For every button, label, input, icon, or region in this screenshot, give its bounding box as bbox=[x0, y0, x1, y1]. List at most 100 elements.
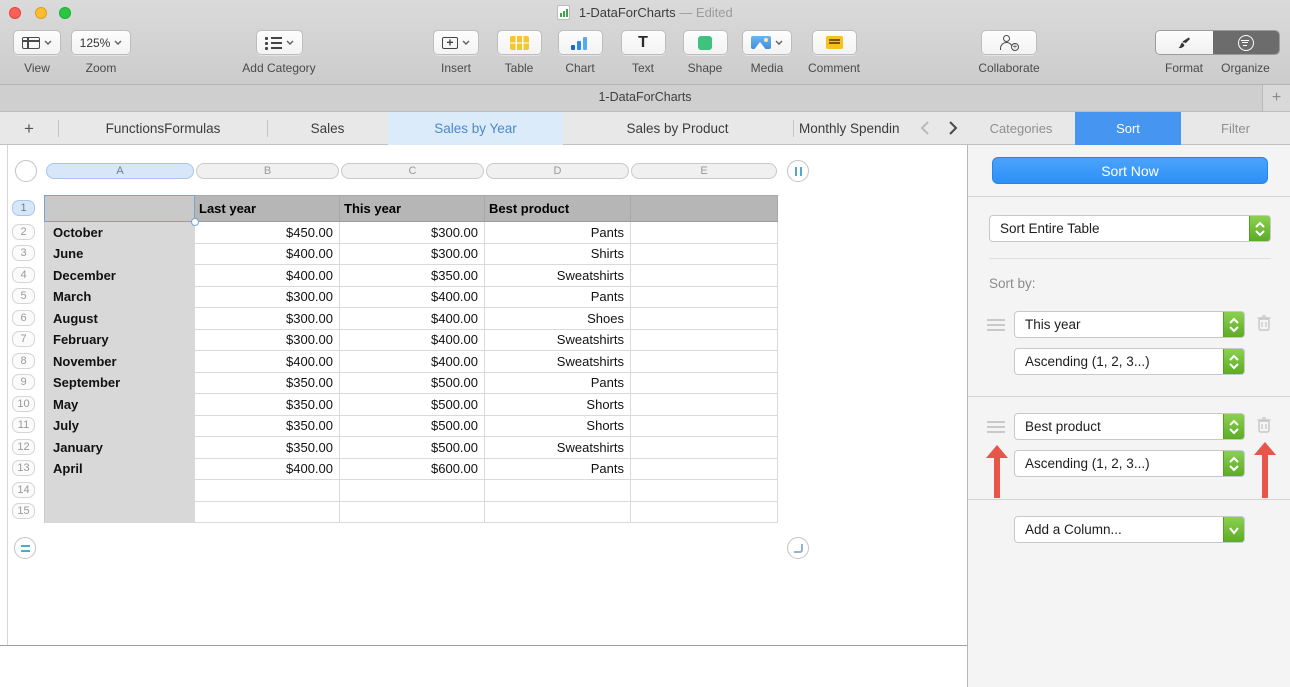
table-button[interactable] bbox=[496, 30, 542, 55]
trash-icon[interactable] bbox=[1256, 416, 1272, 434]
organize-button[interactable] bbox=[1212, 31, 1279, 54]
table-cell[interactable]: March bbox=[45, 286, 195, 308]
table-cell[interactable] bbox=[45, 480, 195, 502]
add-panel-button[interactable]: + bbox=[1262, 85, 1290, 111]
add-sheet-button[interactable]: + bbox=[16, 112, 42, 145]
table-cell[interactable] bbox=[631, 372, 778, 394]
row-header-7[interactable]: 7 bbox=[12, 331, 35, 348]
table-cell[interactable]: Sweatshirts bbox=[485, 329, 631, 351]
table-cell[interactable] bbox=[631, 222, 778, 244]
sheet-tab-monthly-spending[interactable]: Monthly Spendin bbox=[795, 112, 912, 145]
sheet-tab-functionsformulas[interactable]: FunctionsFormulas bbox=[60, 112, 266, 145]
table-cell[interactable] bbox=[631, 394, 778, 416]
table-cell[interactable] bbox=[631, 329, 778, 351]
table-cell[interactable]: $400.00 bbox=[340, 351, 485, 373]
table-cell[interactable] bbox=[631, 196, 778, 222]
sort-scope-dropdown[interactable]: Sort Entire Table bbox=[989, 215, 1271, 242]
drag-handle-icon[interactable] bbox=[987, 319, 1005, 331]
table-cell[interactable]: $300.00 bbox=[340, 243, 485, 265]
table-cell[interactable]: $500.00 bbox=[340, 437, 485, 459]
table-cell[interactable] bbox=[195, 480, 340, 502]
table-cell[interactable]: $400.00 bbox=[195, 458, 340, 480]
row-header-6[interactable]: 6 bbox=[12, 309, 35, 326]
table-cell[interactable]: $350.00 bbox=[195, 394, 340, 416]
table-cell[interactable]: $450.00 bbox=[195, 222, 340, 244]
media-button[interactable] bbox=[742, 30, 792, 55]
table-cell[interactable]: $350.00 bbox=[195, 437, 340, 459]
row-header-1[interactable]: 1 bbox=[12, 200, 35, 216]
table-cell[interactable]: Sweatshirts bbox=[485, 265, 631, 287]
scroll-tabs-left-button[interactable] bbox=[915, 118, 935, 138]
row-header-10[interactable]: 10 bbox=[12, 395, 35, 412]
tab-categories[interactable]: Categories bbox=[967, 112, 1075, 145]
table-cell[interactable] bbox=[631, 415, 778, 437]
table-corner-handle[interactable] bbox=[15, 160, 37, 182]
row-header-4[interactable]: 4 bbox=[12, 266, 35, 283]
sort-rule1-order-dropdown[interactable]: Ascending (1, 2, 3...) bbox=[1014, 348, 1245, 375]
drag-handle-icon[interactable] bbox=[987, 421, 1005, 433]
table-cell[interactable]: June bbox=[45, 243, 195, 265]
table-cell[interactable]: Best product bbox=[485, 196, 631, 222]
table-cell[interactable]: Pants bbox=[485, 372, 631, 394]
add-category-button[interactable] bbox=[255, 30, 303, 55]
add-column-handle[interactable] bbox=[787, 160, 809, 182]
table-cell[interactable] bbox=[340, 501, 485, 523]
table-cell[interactable]: $400.00 bbox=[195, 265, 340, 287]
table-cell[interactable]: April bbox=[45, 458, 195, 480]
insert-button[interactable] bbox=[433, 30, 479, 55]
tab-filter[interactable]: Filter bbox=[1181, 112, 1290, 145]
sort-rule2-order-dropdown[interactable]: Ascending (1, 2, 3...) bbox=[1014, 450, 1245, 477]
row-header-9[interactable]: 9 bbox=[12, 374, 35, 391]
sheet-tab-sales-by-year[interactable]: Sales by Year bbox=[388, 112, 563, 145]
table-cell[interactable]: September bbox=[45, 372, 195, 394]
table-resize-handle[interactable] bbox=[787, 537, 809, 559]
comment-button[interactable] bbox=[811, 30, 857, 55]
table-cell[interactable]: Shorts bbox=[485, 415, 631, 437]
table-cell[interactable]: $400.00 bbox=[340, 286, 485, 308]
table-cell[interactable] bbox=[631, 265, 778, 287]
table-cell[interactable]: This year bbox=[340, 196, 485, 222]
sort-rule1-column-dropdown[interactable]: This year bbox=[1014, 311, 1245, 338]
table-cell[interactable]: February bbox=[45, 329, 195, 351]
add-column-dropdown[interactable]: Add a Column... bbox=[1014, 516, 1245, 543]
zoom-button[interactable]: 125% bbox=[70, 30, 132, 55]
table-cell[interactable]: $300.00 bbox=[195, 286, 340, 308]
sort-rule2-column-dropdown[interactable]: Best product bbox=[1014, 413, 1245, 440]
table-cell[interactable] bbox=[485, 501, 631, 523]
table-cell[interactable] bbox=[631, 501, 778, 523]
row-header-5[interactable]: 5 bbox=[12, 288, 35, 305]
sheet-tab-sales[interactable]: Sales bbox=[268, 112, 387, 145]
table-cell[interactable] bbox=[485, 480, 631, 502]
column-header-E[interactable]: E bbox=[631, 163, 777, 179]
table-cell[interactable]: May bbox=[45, 394, 195, 416]
row-header-3[interactable]: 3 bbox=[12, 245, 35, 262]
table-cell[interactable] bbox=[631, 458, 778, 480]
table-cell[interactable]: $350.00 bbox=[195, 372, 340, 394]
row-header-13[interactable]: 13 bbox=[12, 460, 35, 477]
table-cell[interactable]: $400.00 bbox=[195, 243, 340, 265]
table-cell[interactable] bbox=[195, 501, 340, 523]
table-cell[interactable] bbox=[340, 480, 485, 502]
collaborate-button[interactable]: + bbox=[981, 30, 1037, 55]
table-cell[interactable] bbox=[631, 286, 778, 308]
table-cell[interactable]: Pants bbox=[485, 458, 631, 480]
sort-now-button[interactable]: Sort Now bbox=[992, 157, 1268, 184]
table-cell[interactable]: $350.00 bbox=[340, 265, 485, 287]
table-cell[interactable]: Last year bbox=[195, 196, 340, 222]
format-button[interactable] bbox=[1155, 31, 1213, 54]
table-cell[interactable]: Pants bbox=[485, 286, 631, 308]
table-cell[interactable]: $350.00 bbox=[195, 415, 340, 437]
table-cell[interactable]: $300.00 bbox=[195, 329, 340, 351]
table-cell[interactable] bbox=[631, 308, 778, 330]
row-header-11[interactable]: 11 bbox=[12, 417, 35, 434]
row-header-14[interactable]: 14 bbox=[12, 481, 35, 498]
table-cell[interactable]: Sweatshirts bbox=[485, 351, 631, 373]
table-cell[interactable]: $500.00 bbox=[340, 372, 485, 394]
shape-button[interactable] bbox=[682, 30, 728, 55]
table-cell[interactable]: November bbox=[45, 351, 195, 373]
table-cell[interactable]: $400.00 bbox=[340, 308, 485, 330]
add-row-handle[interactable] bbox=[14, 537, 36, 559]
table-cell[interactable] bbox=[45, 501, 195, 523]
table-cell[interactable]: January bbox=[45, 437, 195, 459]
table-cell[interactable]: $300.00 bbox=[340, 222, 485, 244]
